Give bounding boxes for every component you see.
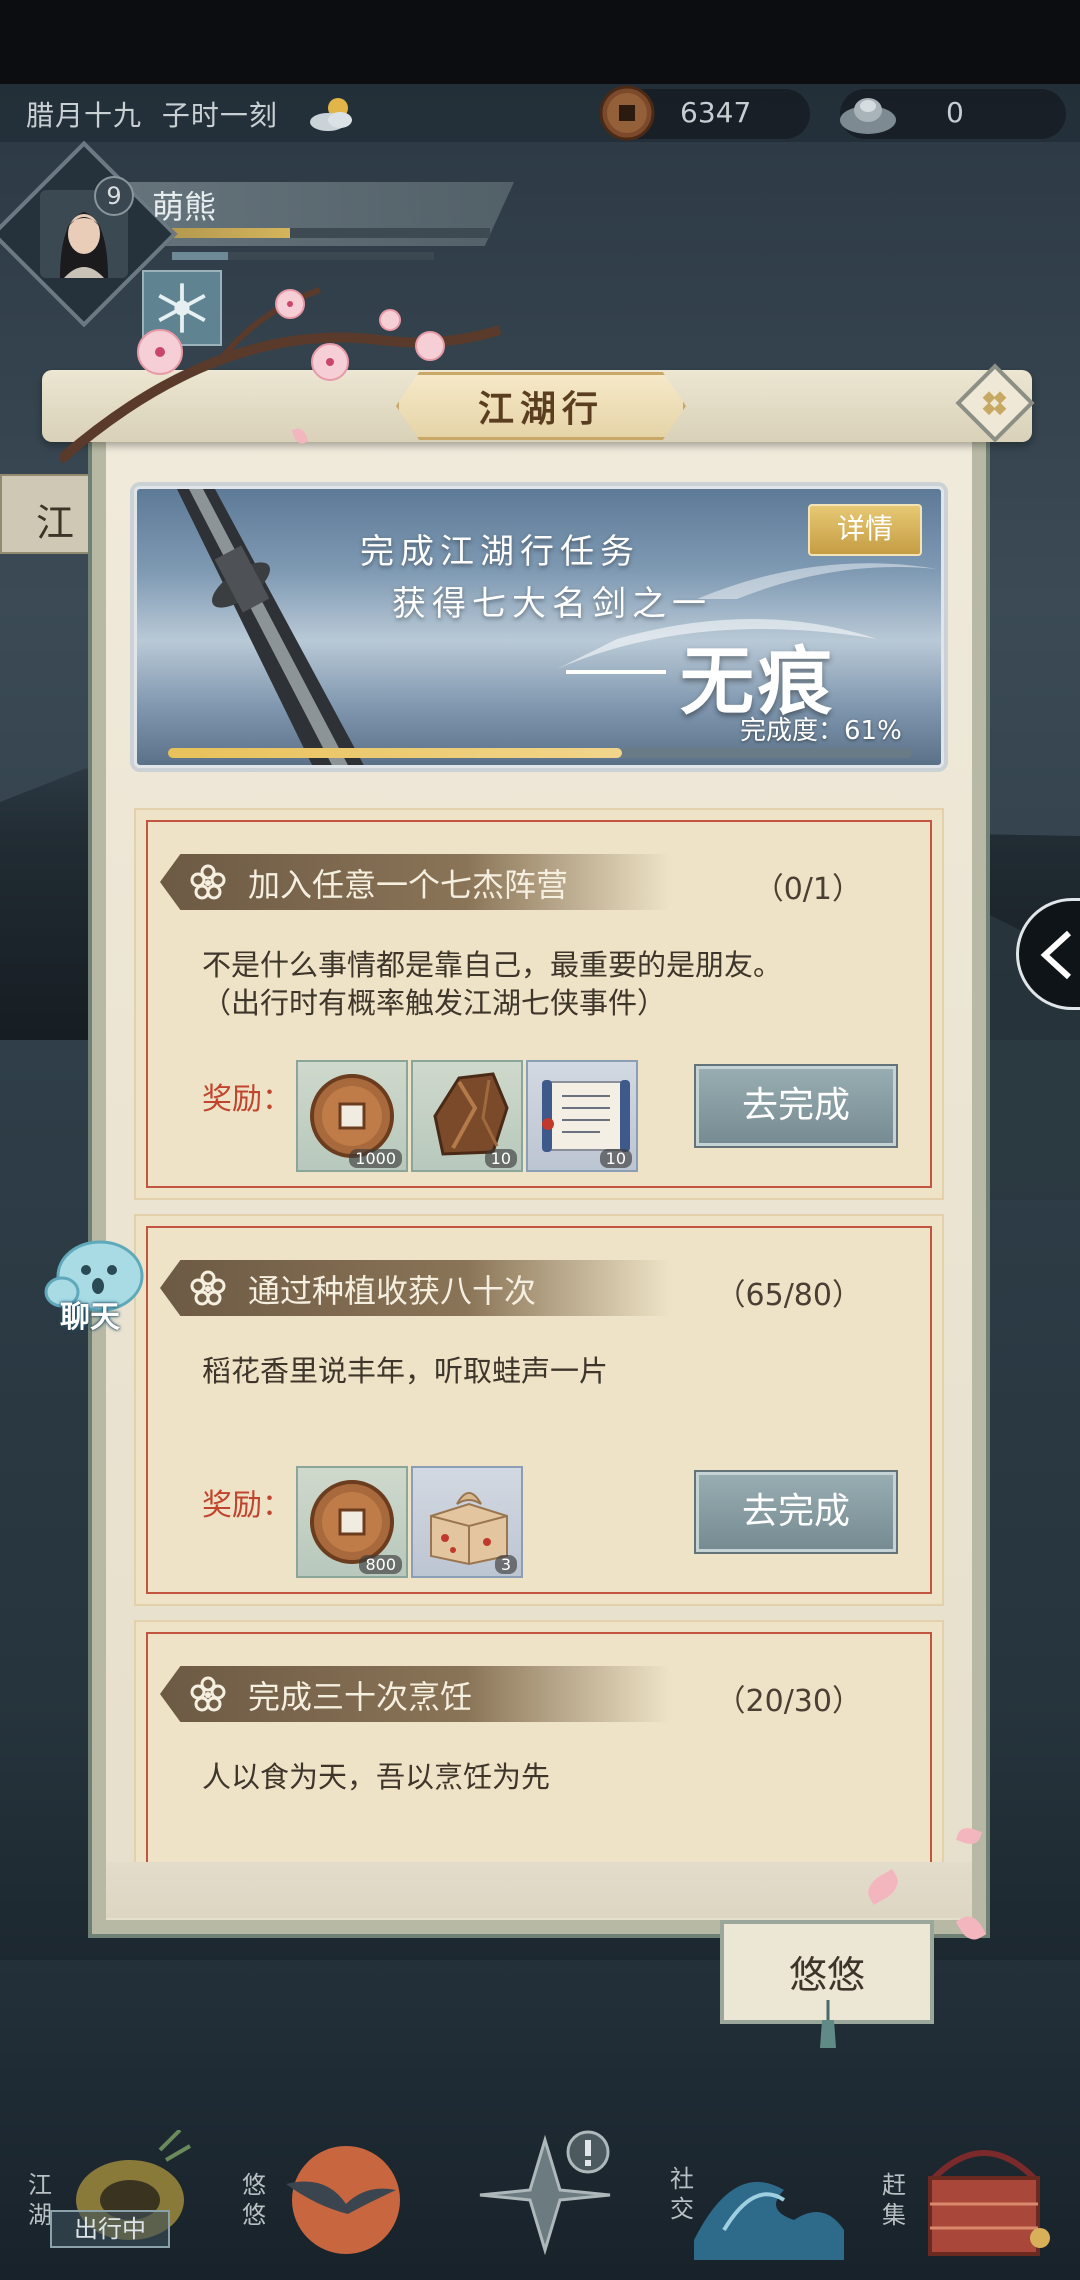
task-progress-count: （20/30） <box>715 1684 862 1719</box>
task-card: 通过种植收获八十次 （65/80） 稻花香里说丰年，听取蛙声一片 奖励： 800… <box>134 1214 944 1606</box>
nav-youyou[interactable]: 悠悠 <box>236 2120 406 2270</box>
chevron-left-icon <box>1040 930 1072 980</box>
reward-quantity: 10 <box>484 1149 517 1168</box>
task-list[interactable]: 加入任意一个七杰阵营 （0/1） 不是什么事情都是靠自己，最重要的是朋友。 （出… <box>134 808 944 1862</box>
banner-dash <box>566 670 666 674</box>
companion-name: 悠悠 <box>788 1953 865 1997</box>
task-progress-count: （0/1） <box>753 872 862 907</box>
task-card: 完成三十次烹饪 （20/30） 人以食为天，吾以烹饪为先 <box>134 1620 944 1862</box>
reward-quantity: 1000 <box>349 1149 402 1168</box>
player-name: 萌熊 <box>152 188 217 226</box>
task-title: 加入任意一个七杰阵营 <box>248 866 569 904</box>
compass-star-icon <box>479 2130 611 2256</box>
reward-quantity: 800 <box>359 1555 402 1574</box>
task-description-line: 稻花香里说丰年，听取蛙声一片 <box>202 1354 609 1388</box>
task-title: 完成三十次烹饪 <box>248 1678 473 1716</box>
nav-label: 社交 <box>670 2165 694 2223</box>
plum-blossom-branch-icon <box>60 287 502 464</box>
task-description-line: 人以食为天，吾以烹饪为先 <box>202 1760 551 1794</box>
task-title: 通过种植收获八十次 <box>248 1272 537 1310</box>
banner-text-line1: 完成江湖行任务 <box>360 532 640 572</box>
go-complete-button[interactable]: 去完成 <box>696 1066 896 1146</box>
reward-item-slot[interactable]: 10 <box>411 1060 523 1172</box>
basket-icon <box>928 2150 1050 2256</box>
date-label: 腊月十九 <box>26 99 143 132</box>
task-description: 不是什么事情都是靠自己，最重要的是朋友。 （出行时有概率触发江湖七侠事件） <box>202 946 782 1022</box>
coin-value: 6347 <box>680 96 752 129</box>
side-tab-jianghu[interactable]: 江 <box>0 474 90 554</box>
nav-social[interactable]: 社交 <box>664 2120 844 2270</box>
tassel-icon <box>820 2000 836 2048</box>
player-level: 9 <box>94 176 134 216</box>
scroll-footer <box>106 1862 972 1918</box>
traveling-status-badge: 出行中 <box>50 2210 170 2248</box>
completion-progress-fill <box>168 748 622 758</box>
task-description: 人以食为天，吾以烹饪为先 <box>202 1758 550 1796</box>
reward-label: 奖励： <box>202 1488 292 1523</box>
health-bar-track <box>290 228 490 238</box>
completion-label: 完成度：61% <box>740 716 902 746</box>
flower-icon <box>190 1676 226 1712</box>
detail-button[interactable]: 详情 <box>808 504 922 556</box>
reward-quantity: 10 <box>599 1149 632 1168</box>
reward-item-slot[interactable]: 800 <box>296 1466 408 1578</box>
task-card: 加入任意一个七杰阵营 （0/1） 不是什么事情都是靠自己，最重要的是朋友。 （出… <box>134 808 944 1200</box>
nav-label: 悠悠 <box>242 2171 266 2229</box>
reward-quantity: 3 <box>494 1555 517 1574</box>
reward-item-slot[interactable]: 10 <box>526 1060 638 1172</box>
flower-icon <box>190 1270 226 1306</box>
flower-icon <box>190 864 226 900</box>
energy-bar-fill <box>172 252 228 260</box>
task-progress-count: （65/80） <box>715 1278 862 1313</box>
cloudy-sun-icon <box>310 98 352 131</box>
reward-item-slot[interactable]: 1000 <box>296 1060 408 1172</box>
task-description-line: （出行时有概率触发江湖七侠事件） <box>202 986 667 1020</box>
silver-ingot-icon <box>840 98 896 134</box>
game-date: 腊月十九 子时一刻 <box>26 94 278 134</box>
nav-center-compass[interactable] <box>470 2120 620 2270</box>
nav-market[interactable]: 赶集 <box>880 2120 1060 2270</box>
go-complete-button[interactable]: 去完成 <box>696 1472 896 1552</box>
reward-item-slot[interactable]: 3 <box>411 1466 523 1578</box>
time-label: 子时一刻 <box>161 99 278 132</box>
close-icon[interactable] <box>952 360 1038 446</box>
banner-text-line2: 获得七大名剑之一 <box>392 584 712 624</box>
panel-title: 江湖行 <box>477 388 604 430</box>
task-description-line: 不是什么事情都是靠自己，最重要的是朋友。 <box>202 948 783 982</box>
chat-label[interactable]: 聊天 <box>60 1292 120 1336</box>
wave-icon <box>694 2181 844 2260</box>
side-tab-label: 江 <box>36 501 75 545</box>
task-description: 稻花香里说丰年，听取蛙声一片 <box>202 1352 608 1390</box>
silver-value: 0 <box>946 96 964 129</box>
bird-moon-icon <box>286 2146 400 2254</box>
copper-coin-icon <box>599 85 655 141</box>
nav-label: 赶集 <box>882 2171 906 2229</box>
reward-label: 奖励： <box>202 1082 292 1117</box>
